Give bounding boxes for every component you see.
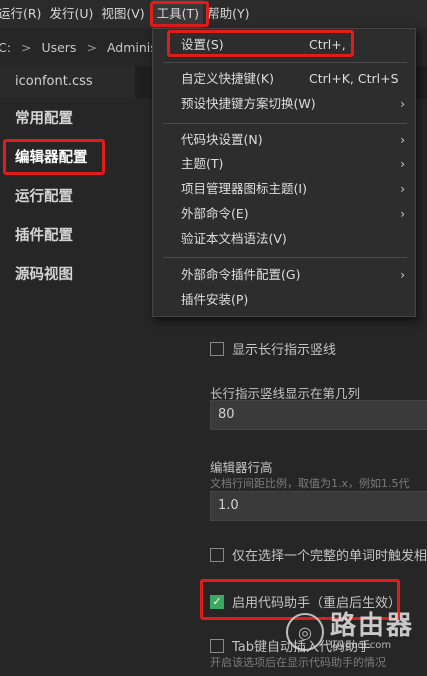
- breadcrumb-users[interactable]: Users: [41, 40, 76, 55]
- router-logo-icon: ◎: [286, 613, 324, 651]
- breadcrumb-separator: >: [86, 39, 97, 55]
- settings-shortcut: Ctrl+,: [309, 37, 346, 52]
- shortcut-scheme-label: 预设快捷键方案切换(W): [181, 96, 316, 111]
- chevron-right-icon: ›: [400, 157, 405, 171]
- custom-shortcuts-label: 自定义快捷键(K): [181, 71, 274, 86]
- menu-item-validate-syntax[interactable]: 验证本文档语法(V): [153, 227, 415, 251]
- settings-sidebar: 常用配置 编辑器配置 运行配置 插件配置 源码视图: [0, 100, 150, 295]
- setting-long-line-guide[interactable]: 显示长行指示竖线: [210, 339, 336, 358]
- setting-code-assistant[interactable]: ✓ 启用代码助手（重启后生效）: [210, 592, 401, 611]
- menu-item-icon-theme[interactable]: 项目管理器图标主题(I) ›: [153, 177, 415, 201]
- menu-view[interactable]: 视图(V): [97, 0, 148, 28]
- chevron-right-icon: ›: [400, 133, 405, 147]
- long-line-guide-label: 显示长行指示竖线: [232, 343, 337, 358]
- word-select-label: 仅在选择一个完整的单词时触发相: [232, 549, 427, 564]
- watermark-title: 路由器: [330, 611, 415, 641]
- sidebar-item-common-config[interactable]: 常用配置: [0, 100, 150, 139]
- sidebar-item-editor-config[interactable]: 编辑器配置: [0, 139, 150, 178]
- theme-label: 主题(T): [181, 156, 224, 171]
- menu-divider: [163, 257, 407, 258]
- menu-bar: 运行(R) 发行(U) 视图(V) 工具(T) 帮助(Y): [0, 0, 427, 28]
- breadcrumb-separator: >: [20, 39, 32, 55]
- long-line-column-input[interactable]: 80: [210, 400, 427, 430]
- tab-key-description: 开启该选项后在显示代码助手的情况: [210, 656, 386, 669]
- menu-item-custom-shortcuts[interactable]: 自定义快捷键(K) Ctrl+K, Ctrl+S: [153, 67, 415, 91]
- menu-item-external-command[interactable]: 外部命令(E) ›: [153, 202, 415, 226]
- external-plugin-config-label: 外部命令插件配置(G): [181, 267, 301, 282]
- validate-syntax-label: 验证本文档语法(V): [181, 231, 287, 246]
- setting-word-select-trigger[interactable]: 仅在选择一个完整的单词时触发相: [210, 545, 427, 564]
- tab-key-checkbox[interactable]: [210, 638, 224, 653]
- custom-shortcuts-shortcut: Ctrl+K, Ctrl+S: [309, 71, 399, 86]
- tools-dropdown-menu: 设置(S) Ctrl+, 自定义快捷键(K) Ctrl+K, Ctrl+S 预设…: [152, 28, 416, 317]
- line-height-description: 文档行间距比例，取值为1.x，例如1.5代: [210, 477, 410, 490]
- menu-item-external-plugin-config[interactable]: 外部命令插件配置(G) ›: [153, 263, 415, 287]
- menu-item-settings[interactable]: 设置(S) Ctrl+,: [153, 33, 415, 57]
- snippet-settings-label: 代码块设置(N): [181, 132, 263, 147]
- menu-tools[interactable]: 工具(T): [152, 0, 204, 28]
- menu-run[interactable]: 运行(R): [0, 0, 45, 28]
- sidebar-item-plugin-config[interactable]: 插件配置: [0, 217, 150, 256]
- long-line-guide-checkbox[interactable]: [210, 341, 224, 356]
- menu-publish[interactable]: 发行(U): [45, 0, 97, 28]
- menu-help[interactable]: 帮助(Y): [203, 0, 253, 28]
- menu-item-plugin-install[interactable]: 插件安装(P): [153, 288, 415, 312]
- menu-item-theme[interactable]: 主题(T) ›: [153, 152, 415, 176]
- menu-divider: [163, 123, 407, 124]
- menu-item-shortcut-scheme[interactable]: 预设快捷键方案切换(W) ›: [153, 92, 415, 116]
- chevron-right-icon: ›: [400, 268, 405, 282]
- code-assistant-checkbox[interactable]: ✓: [210, 594, 224, 609]
- watermark-url: luyouqi.com: [330, 640, 392, 651]
- sidebar-item-run-config[interactable]: 运行配置: [0, 178, 150, 217]
- menu-item-snippet-settings[interactable]: 代码块设置(N) ›: [153, 128, 415, 152]
- watermark: ◎ 路由器 luyouqi.com: [286, 612, 414, 652]
- icon-theme-label: 项目管理器图标主题(I): [181, 181, 307, 196]
- external-command-label: 外部命令(E): [181, 206, 249, 221]
- sidebar-item-source-view[interactable]: 源码视图: [0, 256, 150, 295]
- menu-divider: [163, 62, 407, 63]
- word-select-checkbox[interactable]: [210, 547, 224, 562]
- settings-label: 设置(S): [181, 37, 224, 52]
- line-height-input[interactable]: 1.0: [210, 491, 427, 521]
- plugin-install-label: 插件安装(P): [181, 292, 249, 307]
- breadcrumb-drive[interactable]: C:: [0, 40, 11, 55]
- line-height-label: 编辑器行高: [210, 460, 273, 475]
- chevron-right-icon: ›: [400, 207, 405, 221]
- chevron-right-icon: ›: [400, 182, 405, 196]
- chevron-right-icon: ›: [400, 97, 405, 111]
- tab-iconfont-css[interactable]: iconfont.css: [0, 66, 135, 98]
- code-assistant-label: 启用代码助手（重启后生效）: [232, 596, 402, 611]
